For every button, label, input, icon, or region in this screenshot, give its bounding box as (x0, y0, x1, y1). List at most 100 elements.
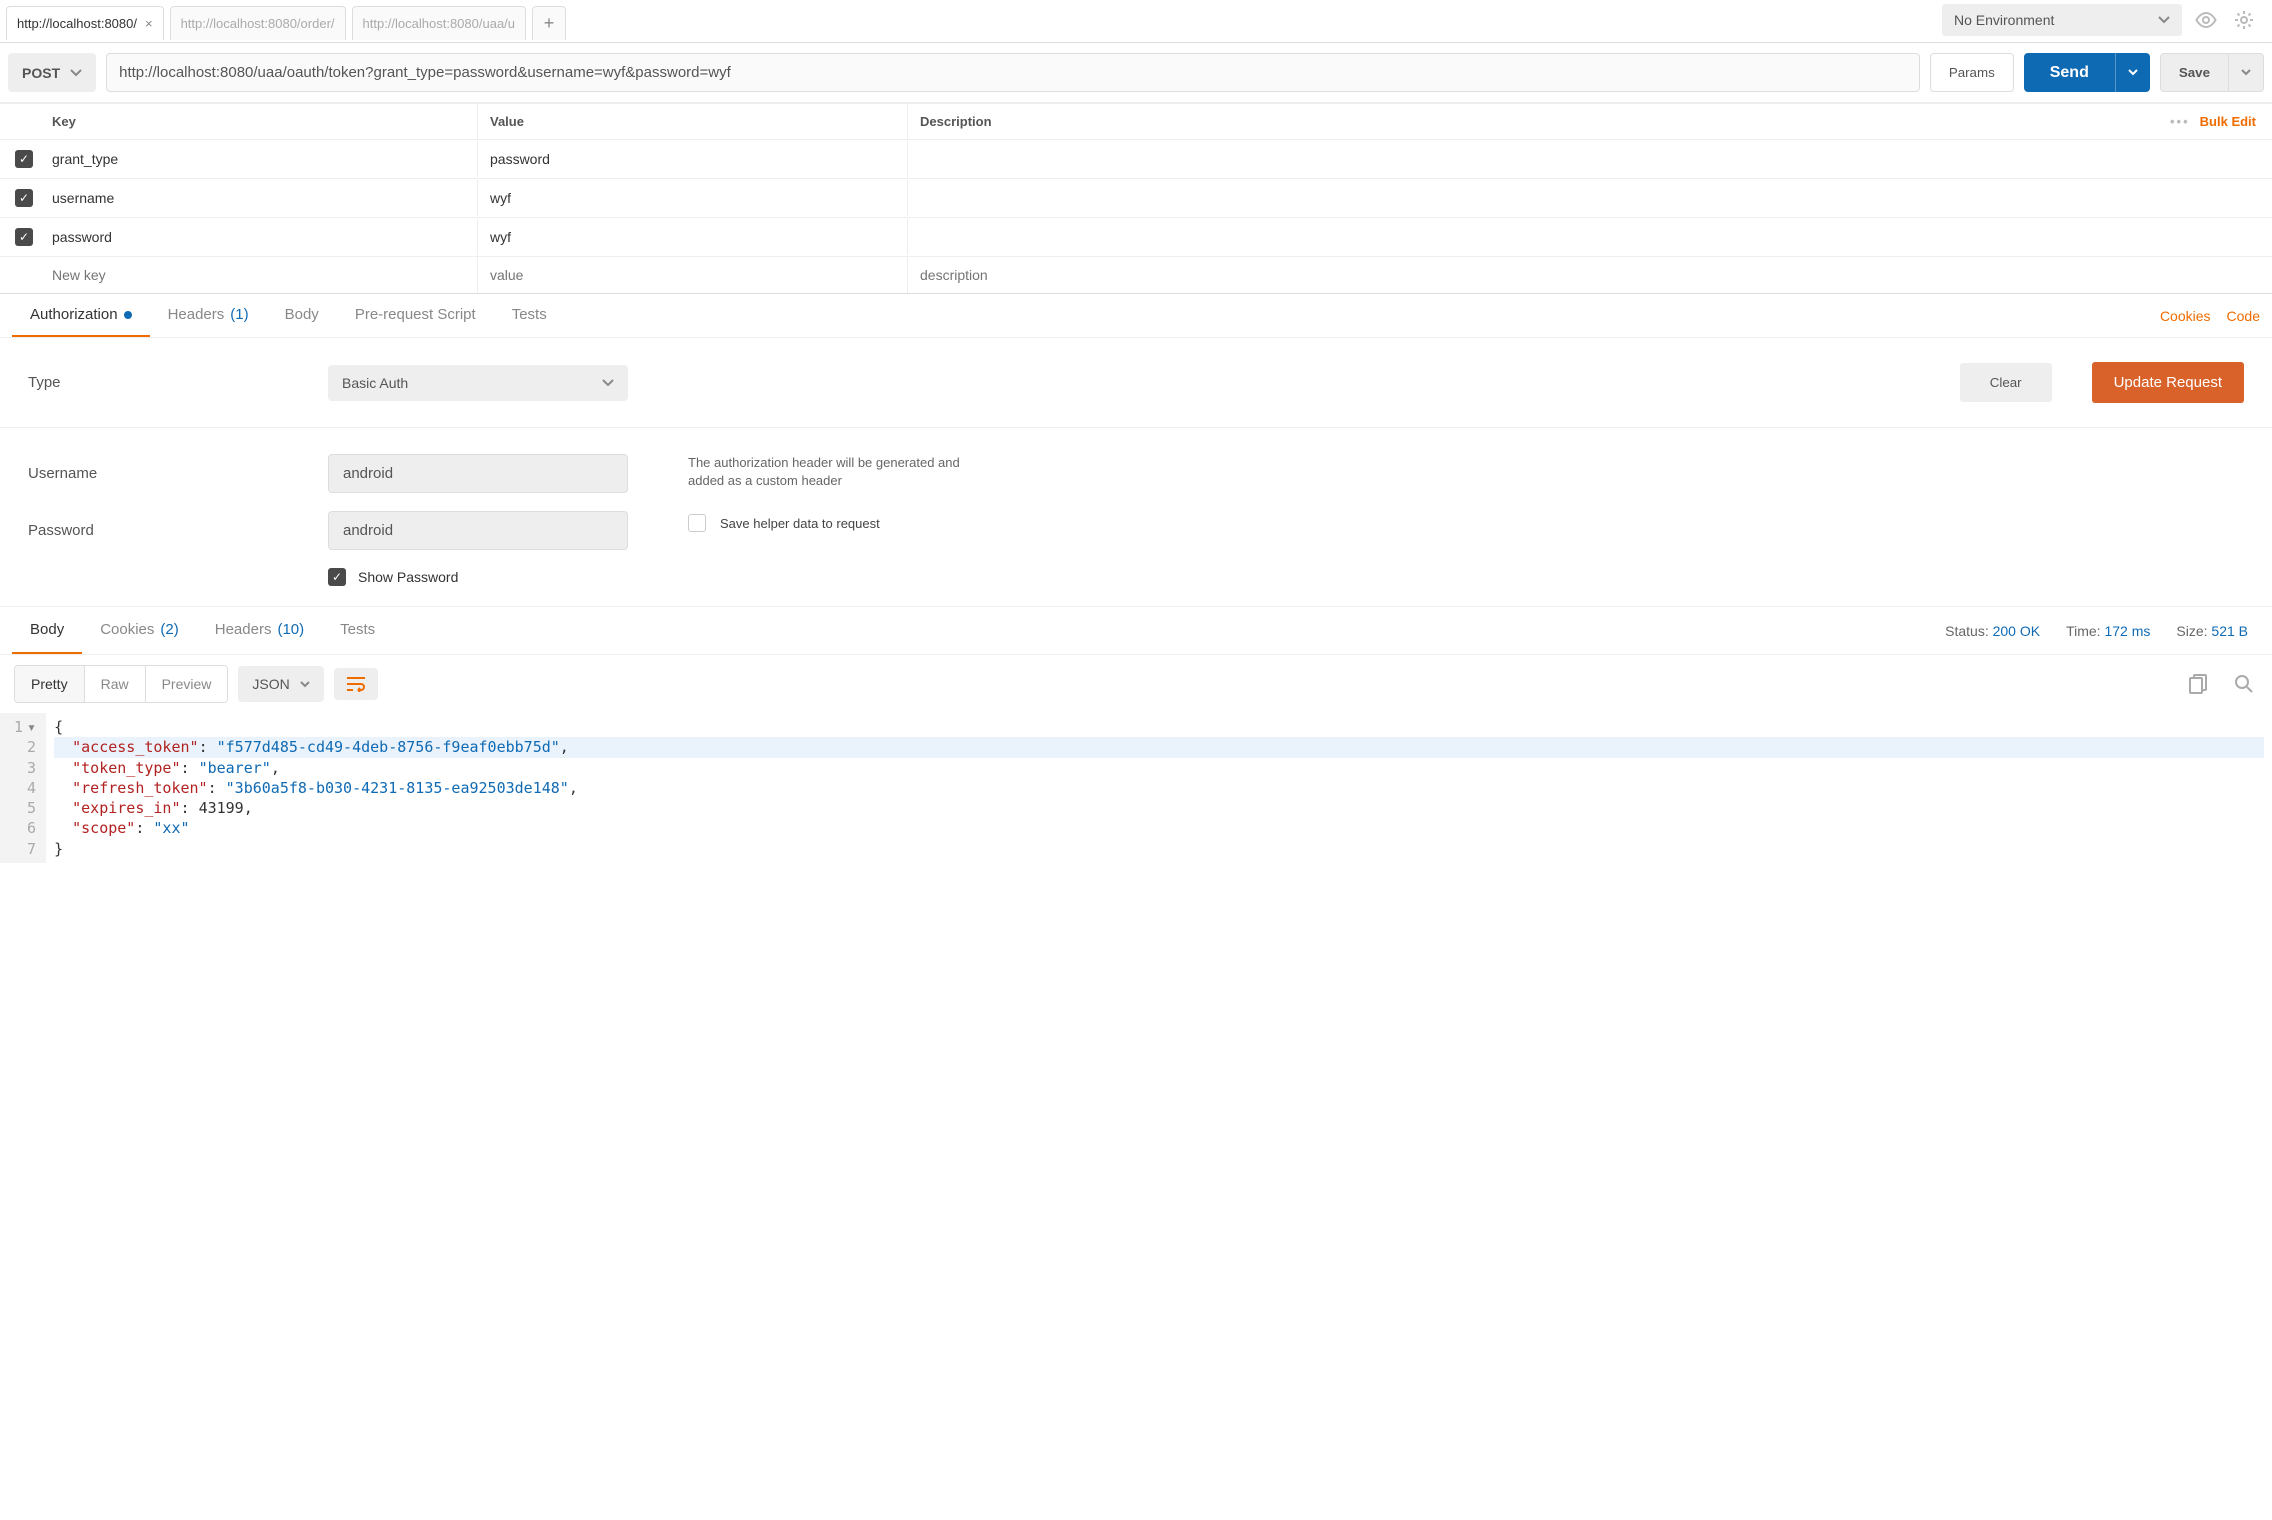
chevron-down-icon (300, 681, 310, 688)
format-selector[interactable]: JSON (238, 666, 323, 702)
params-table: Key Value Description ••• Bulk Edit ✓ gr… (0, 103, 2272, 294)
password-label: Password (28, 522, 288, 539)
line-gutter: 1 ▾ 234567 (0, 713, 46, 863)
chevron-down-icon (70, 69, 82, 77)
wrap-lines-button[interactable] (334, 668, 378, 700)
param-value[interactable]: wyf (478, 219, 908, 255)
save-helper-checkbox[interactable] (688, 514, 706, 532)
request-bar: POST Params Send Save (0, 43, 2272, 103)
column-header-description: Description (908, 104, 2152, 139)
bulk-edit-link[interactable]: Bulk Edit (2200, 114, 2256, 129)
table-row-new[interactable] (0, 256, 2272, 293)
tab-label: http://localhost:8080/ (17, 16, 137, 31)
username-label: Username (28, 465, 288, 482)
tab-tests[interactable]: Tests (494, 294, 565, 337)
close-icon[interactable]: × (145, 16, 153, 31)
modified-dot-icon (124, 311, 132, 319)
tab-body[interactable]: Body (267, 294, 337, 337)
save-button-group: Save (2160, 53, 2264, 92)
more-actions-icon[interactable]: ••• (2170, 114, 2190, 129)
url-input[interactable] (106, 53, 1920, 92)
update-request-button[interactable]: Update Request (2092, 362, 2244, 403)
status-value: 200 OK (1993, 623, 2040, 639)
request-tab[interactable]: http://localhost:8080/uaa/u (352, 6, 527, 40)
checkbox[interactable]: ✓ (15, 150, 33, 168)
cookies-link[interactable]: Cookies (2160, 308, 2211, 324)
param-key[interactable]: password (48, 219, 478, 255)
request-config-tabs: Authorization Headers (1) Body Pre-reque… (0, 294, 2272, 338)
send-dropdown[interactable] (2115, 53, 2150, 92)
param-key[interactable]: grant_type (48, 141, 478, 177)
tab-response-tests[interactable]: Tests (322, 607, 393, 654)
tab-response-headers[interactable]: Headers (10) (197, 607, 322, 654)
tab-bar: http://localhost:8080/ × http://localhos… (6, 6, 1936, 40)
search-icon[interactable] (2230, 670, 2258, 698)
tab-response-cookies[interactable]: Cookies (2) (82, 607, 197, 654)
request-tab-active[interactable]: http://localhost:8080/ × (6, 6, 164, 40)
column-header-key: Key (48, 104, 478, 139)
format-value: JSON (252, 676, 289, 692)
checkbox[interactable]: ✓ (15, 189, 33, 207)
view-raw-button[interactable]: Raw (85, 666, 146, 702)
send-button-group: Send (2024, 53, 2150, 92)
http-method-selector[interactable]: POST (8, 53, 96, 92)
response-body-code[interactable]: 1 ▾ 234567 { "access_token": "f577d485-c… (0, 713, 2272, 893)
param-key[interactable]: username (48, 180, 478, 216)
environment-preview-icon[interactable] (2192, 6, 2220, 34)
response-tabs: Body Cookies (2) Headers (10) Tests Stat… (0, 607, 2272, 655)
response-viewer-controls: Pretty Raw Preview JSON (0, 655, 2272, 713)
tab-response-body[interactable]: Body (12, 607, 82, 654)
auth-note: The authorization header will be generat… (688, 454, 968, 490)
clear-button[interactable]: Clear (1960, 363, 2052, 402)
auth-type-value: Basic Auth (342, 375, 408, 391)
time-value: 172 ms (2104, 623, 2150, 639)
table-row[interactable]: ✓ username wyf (0, 178, 2272, 217)
chevron-down-icon (2158, 16, 2170, 24)
code-lines: { "access_token": "f577d485-cd49-4deb-87… (46, 713, 2272, 863)
param-desc[interactable] (908, 227, 2152, 247)
auth-fields: Username Password ✓ Show Password The au… (0, 428, 2272, 607)
param-value[interactable]: password (478, 141, 908, 177)
environment-selector[interactable]: No Environment (1942, 4, 2182, 36)
params-button[interactable]: Params (1930, 53, 2014, 92)
new-tab-button[interactable]: + (532, 6, 566, 40)
chevron-down-icon (602, 379, 614, 387)
new-key-input[interactable] (52, 267, 473, 283)
tab-prerequest-script[interactable]: Pre-request Script (337, 294, 494, 337)
tab-label: http://localhost:8080/order/ (181, 16, 335, 31)
table-row[interactable]: ✓ password wyf (0, 217, 2272, 256)
wrap-icon (346, 676, 366, 692)
auth-type-row: Type Basic Auth Clear Update Request (0, 338, 2272, 428)
environment-label: No Environment (1954, 12, 2054, 28)
checkbox[interactable]: ✓ (15, 228, 33, 246)
show-password-checkbox[interactable]: ✓ (328, 568, 346, 586)
table-row[interactable]: ✓ grant_type password (0, 139, 2272, 178)
password-input[interactable] (328, 511, 628, 550)
param-desc[interactable] (908, 188, 2152, 208)
view-preview-button[interactable]: Preview (146, 666, 228, 702)
param-desc[interactable] (908, 149, 2152, 169)
save-dropdown[interactable] (2229, 53, 2264, 92)
size-value: 521 B (2211, 623, 2248, 639)
show-password-label: Show Password (358, 569, 458, 585)
view-pretty-button[interactable]: Pretty (15, 666, 85, 702)
tab-headers[interactable]: Headers (1) (150, 294, 267, 337)
new-desc-input[interactable] (920, 267, 2140, 283)
http-method-label: POST (22, 65, 60, 81)
save-button[interactable]: Save (2160, 53, 2229, 92)
username-input[interactable] (328, 454, 628, 493)
response-status: Status: 200 OK Time: 172 ms Size: 521 B (1945, 623, 2260, 639)
code-link[interactable]: Code (2227, 308, 2260, 324)
param-value[interactable]: wyf (478, 180, 908, 216)
params-header-row: Key Value Description ••• Bulk Edit (0, 103, 2272, 139)
save-helper-label: Save helper data to request (720, 516, 880, 531)
column-header-value: Value (478, 104, 908, 139)
auth-type-selector[interactable]: Basic Auth (328, 365, 628, 401)
request-tab[interactable]: http://localhost:8080/order/ (170, 6, 346, 40)
new-value-input[interactable] (490, 267, 895, 283)
settings-gear-icon[interactable] (2230, 6, 2258, 34)
tab-label: http://localhost:8080/uaa/u (363, 16, 516, 31)
send-button[interactable]: Send (2024, 53, 2115, 92)
tab-authorization[interactable]: Authorization (12, 294, 150, 337)
copy-icon[interactable] (2184, 670, 2212, 698)
